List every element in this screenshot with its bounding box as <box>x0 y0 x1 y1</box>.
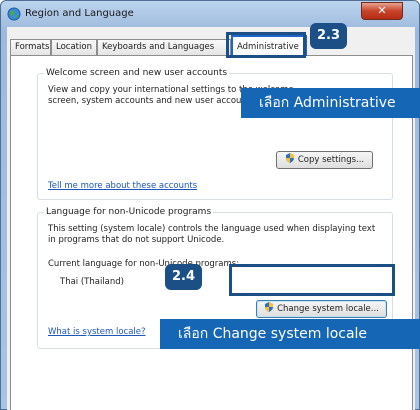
callout-select-administrative: เลือก Administrative <box>241 88 420 118</box>
uac-shield-icon <box>265 302 274 312</box>
change-system-locale-label: Change system locale... <box>277 304 379 314</box>
tab-location[interactable]: Location <box>51 39 97 55</box>
tab-formats[interactable]: Formats <box>10 39 51 55</box>
callout-select-change-system-locale: เลือก Change system locale <box>160 319 420 349</box>
copy-settings-button[interactable]: Copy settings... <box>276 151 373 169</box>
non-unicode-group-legend: Language for non-Unicode programs <box>44 207 214 217</box>
change-locale-highlight <box>229 264 395 296</box>
non-unicode-description: This setting (system locale) controls th… <box>48 224 376 245</box>
title-bar[interactable]: Region and Language ✕ <box>1 1 420 27</box>
what-is-system-locale-link[interactable]: What is system locale? <box>48 327 146 337</box>
change-system-locale-button[interactable]: Change system locale... <box>256 300 387 318</box>
step-badge-2-4: 2.4 <box>165 264 203 290</box>
administrative-tab-highlight <box>226 32 306 58</box>
tell-me-more-link[interactable]: Tell me more about these accounts <box>48 181 197 191</box>
window-title: Region and Language <box>25 8 134 19</box>
copy-settings-label: Copy settings... <box>297 155 365 165</box>
current-language-value: Thai (Thailand) <box>60 277 124 287</box>
close-button[interactable]: ✕ <box>361 2 403 20</box>
globe-icon <box>7 7 21 21</box>
uac-shield-icon <box>285 153 294 163</box>
current-language-label: Current language for non-Unicode program… <box>48 259 240 269</box>
step-badge-2-3: 2.3 <box>310 23 348 49</box>
dialog-client: Formats Location Keyboards and Languages… <box>7 27 415 410</box>
tab-keyboards-and-languages[interactable]: Keyboards and Languages <box>97 39 231 55</box>
welcome-group-legend: Welcome screen and new user accounts <box>44 68 230 78</box>
